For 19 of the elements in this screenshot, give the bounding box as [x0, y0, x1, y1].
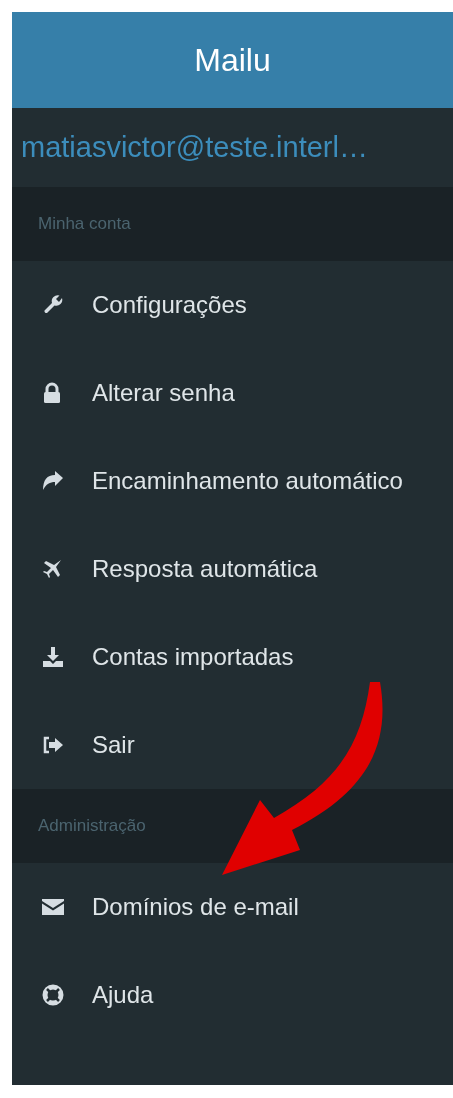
- life-ring-icon: [42, 984, 64, 1006]
- menu-item[interactable]: Encaminhamento automático: [12, 437, 453, 525]
- section-header: Minha conta: [12, 187, 453, 261]
- menu-item[interactable]: Alterar senha: [12, 349, 453, 437]
- app-title: Mailu: [194, 41, 271, 79]
- sign-out-icon: [42, 736, 64, 754]
- lock-icon: [42, 382, 62, 404]
- plane-icon: [42, 559, 62, 579]
- menu-item[interactable]: Contas importadas: [12, 613, 453, 701]
- envelope-icon: [42, 899, 64, 915]
- menu-item[interactable]: Configurações: [12, 261, 453, 349]
- share-arrow-icon: [42, 471, 64, 491]
- menu-item[interactable]: Ajuda: [12, 951, 453, 1039]
- wrench-icon: [42, 294, 64, 316]
- user-email: matiasvictor@teste.interl…: [21, 131, 368, 164]
- download-icon: [42, 646, 64, 668]
- menu-item[interactable]: Domínios de e-mail: [12, 863, 453, 951]
- menu-item[interactable]: Resposta automática: [12, 525, 453, 613]
- menu-item[interactable]: Sair: [12, 701, 453, 789]
